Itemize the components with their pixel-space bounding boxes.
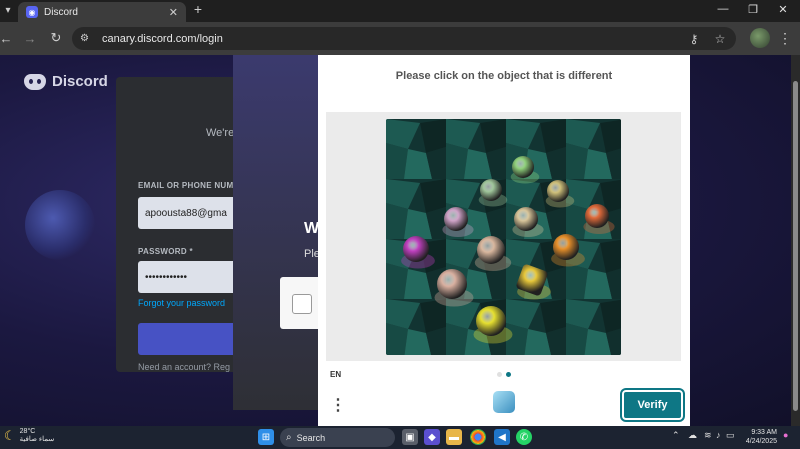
chrome-icon[interactable] xyxy=(470,429,486,445)
browser-toolbar: ← → ↻ ⚙ canary.discord.com/login ⚷ ☆ ⋮ xyxy=(0,22,800,55)
page-dot-1 xyxy=(497,372,502,377)
tab-title: Discord xyxy=(44,6,78,18)
captcha-image-svg[interactable] xyxy=(386,119,621,355)
search-placeholder: Search xyxy=(296,432,326,443)
captcha-stage xyxy=(326,112,681,361)
moon-icon: ☾ xyxy=(4,428,16,443)
tray-overflow-icon[interactable]: ⌃ xyxy=(672,430,680,441)
close-window-button[interactable]: ✕ xyxy=(768,0,798,18)
vscode-icon[interactable]: ◀ xyxy=(494,429,510,445)
address-bar[interactable]: ⚙ canary.discord.com/login ⚷ ☆ xyxy=(72,27,736,50)
notification-bell-icon[interactable]: ● xyxy=(783,430,788,440)
browser-tab-bar: ▾ ◉ Discord ✕ + — ❐ ✕ xyxy=(0,0,800,22)
restore-button[interactable]: ❐ xyxy=(738,0,768,18)
orb-sphere[interactable] xyxy=(444,207,468,231)
page-scrollbar[interactable] xyxy=(791,55,800,426)
tab-search-icon[interactable]: ▾ xyxy=(0,0,16,20)
captcha-challenge: Please click on the object that is diffe… xyxy=(318,55,690,426)
copilot-icon[interactable]: ◆ xyxy=(424,429,440,445)
task-view-icon[interactable]: ▣ xyxy=(402,429,418,445)
register-link[interactable]: Need an account? Reg xyxy=(138,362,230,372)
login-button[interactable] xyxy=(138,323,248,355)
login-subtitle: We're xyxy=(206,127,235,139)
site-info-icon[interactable]: ⚙ xyxy=(80,33,96,44)
orb-sphere[interactable] xyxy=(547,180,569,202)
browser-menu-icon[interactable]: ⋮ xyxy=(776,28,794,48)
clock-time: 9:33 AM xyxy=(751,429,777,436)
whatsapp-icon[interactable]: ✆ xyxy=(516,429,532,445)
password-label: PASSWORD * xyxy=(138,247,193,256)
discord-favicon-icon: ◉ xyxy=(26,6,38,18)
page-dot-2 xyxy=(506,372,511,377)
discord-wordmark: Discord xyxy=(52,73,108,90)
discord-login-page: Discord We're EMAIL OR PHONE NUM apooust… xyxy=(0,55,800,426)
orb-sphere[interactable] xyxy=(477,236,505,264)
windows-taskbar: ☾ 28°C سماء صافية ⊞ ⌕ Search ▣ ◆ ▬ ◀ ✆ ⌃… xyxy=(0,426,800,449)
onedrive-icon[interactable]: ☁ xyxy=(688,430,697,441)
taskbar-search[interactable]: ⌕ Search xyxy=(280,428,395,447)
orb-sphere[interactable] xyxy=(403,236,429,262)
orb-sphere[interactable] xyxy=(585,204,609,228)
captcha-image[interactable] xyxy=(386,119,621,355)
new-tab-button[interactable]: + xyxy=(190,1,206,17)
scrollbar-thumb[interactable] xyxy=(793,81,798,411)
bookmark-star-icon[interactable]: ☆ xyxy=(710,32,730,46)
password-key-icon[interactable]: ⚷ xyxy=(684,32,704,46)
clock[interactable]: 9:33 AM 4/24/2025 xyxy=(732,428,777,446)
orb-sphere[interactable] xyxy=(512,156,534,178)
start-windows-icon[interactable]: ⊞ xyxy=(258,429,274,445)
forgot-password-link[interactable]: Forgot your password xyxy=(138,298,225,308)
hcaptcha-logo-icon xyxy=(493,391,515,413)
language-selector[interactable]: EN xyxy=(330,370,341,379)
wifi-icon[interactable]: ≋ xyxy=(704,430,712,441)
profile-avatar[interactable] xyxy=(750,28,770,48)
forward-icon[interactable]: → xyxy=(22,30,38,46)
reload-icon[interactable]: ↻ xyxy=(48,30,64,46)
planet-decoration xyxy=(25,190,95,260)
minimize-button[interactable]: — xyxy=(708,0,738,18)
discord-logo: Discord xyxy=(24,73,108,90)
clock-date: 4/24/2025 xyxy=(745,438,777,445)
orb-sphere[interactable] xyxy=(437,269,467,299)
orb-sphere[interactable] xyxy=(480,179,502,201)
login-card: We're EMAIL OR PHONE NUM apoousta88@gma … xyxy=(116,77,258,372)
discord-glyph-icon xyxy=(24,73,46,90)
file-explorer-icon[interactable]: ▬ xyxy=(446,429,462,445)
tab-discord[interactable]: ◉ Discord ✕ xyxy=(18,2,186,22)
search-icon: ⌕ xyxy=(286,432,292,443)
captcha-menu-icon[interactable]: ⋮ xyxy=(330,395,346,415)
weather-temp: 28°C xyxy=(19,428,36,435)
email-label: EMAIL OR PHONE NUM xyxy=(138,181,234,190)
orb-sphere[interactable] xyxy=(514,207,538,231)
tab-close-icon[interactable]: ✕ xyxy=(169,6,178,19)
orb-sphere[interactable] xyxy=(476,306,506,336)
captcha-prompt: Please click on the object that is diffe… xyxy=(395,70,613,82)
modal-heading: W xyxy=(304,220,320,237)
orb-sphere[interactable] xyxy=(553,234,579,260)
verify-button[interactable]: Verify xyxy=(622,390,683,420)
weather-widget[interactable]: ☾ 28°C سماء صافية xyxy=(4,428,54,444)
back-icon[interactable]: ← xyxy=(0,30,14,46)
volume-icon[interactable]: ♪ xyxy=(716,430,721,440)
hcaptcha-checkbox[interactable] xyxy=(292,294,312,314)
weather-desc: سماء صافية xyxy=(19,436,55,443)
url-text[interactable]: canary.discord.com/login xyxy=(102,33,684,45)
